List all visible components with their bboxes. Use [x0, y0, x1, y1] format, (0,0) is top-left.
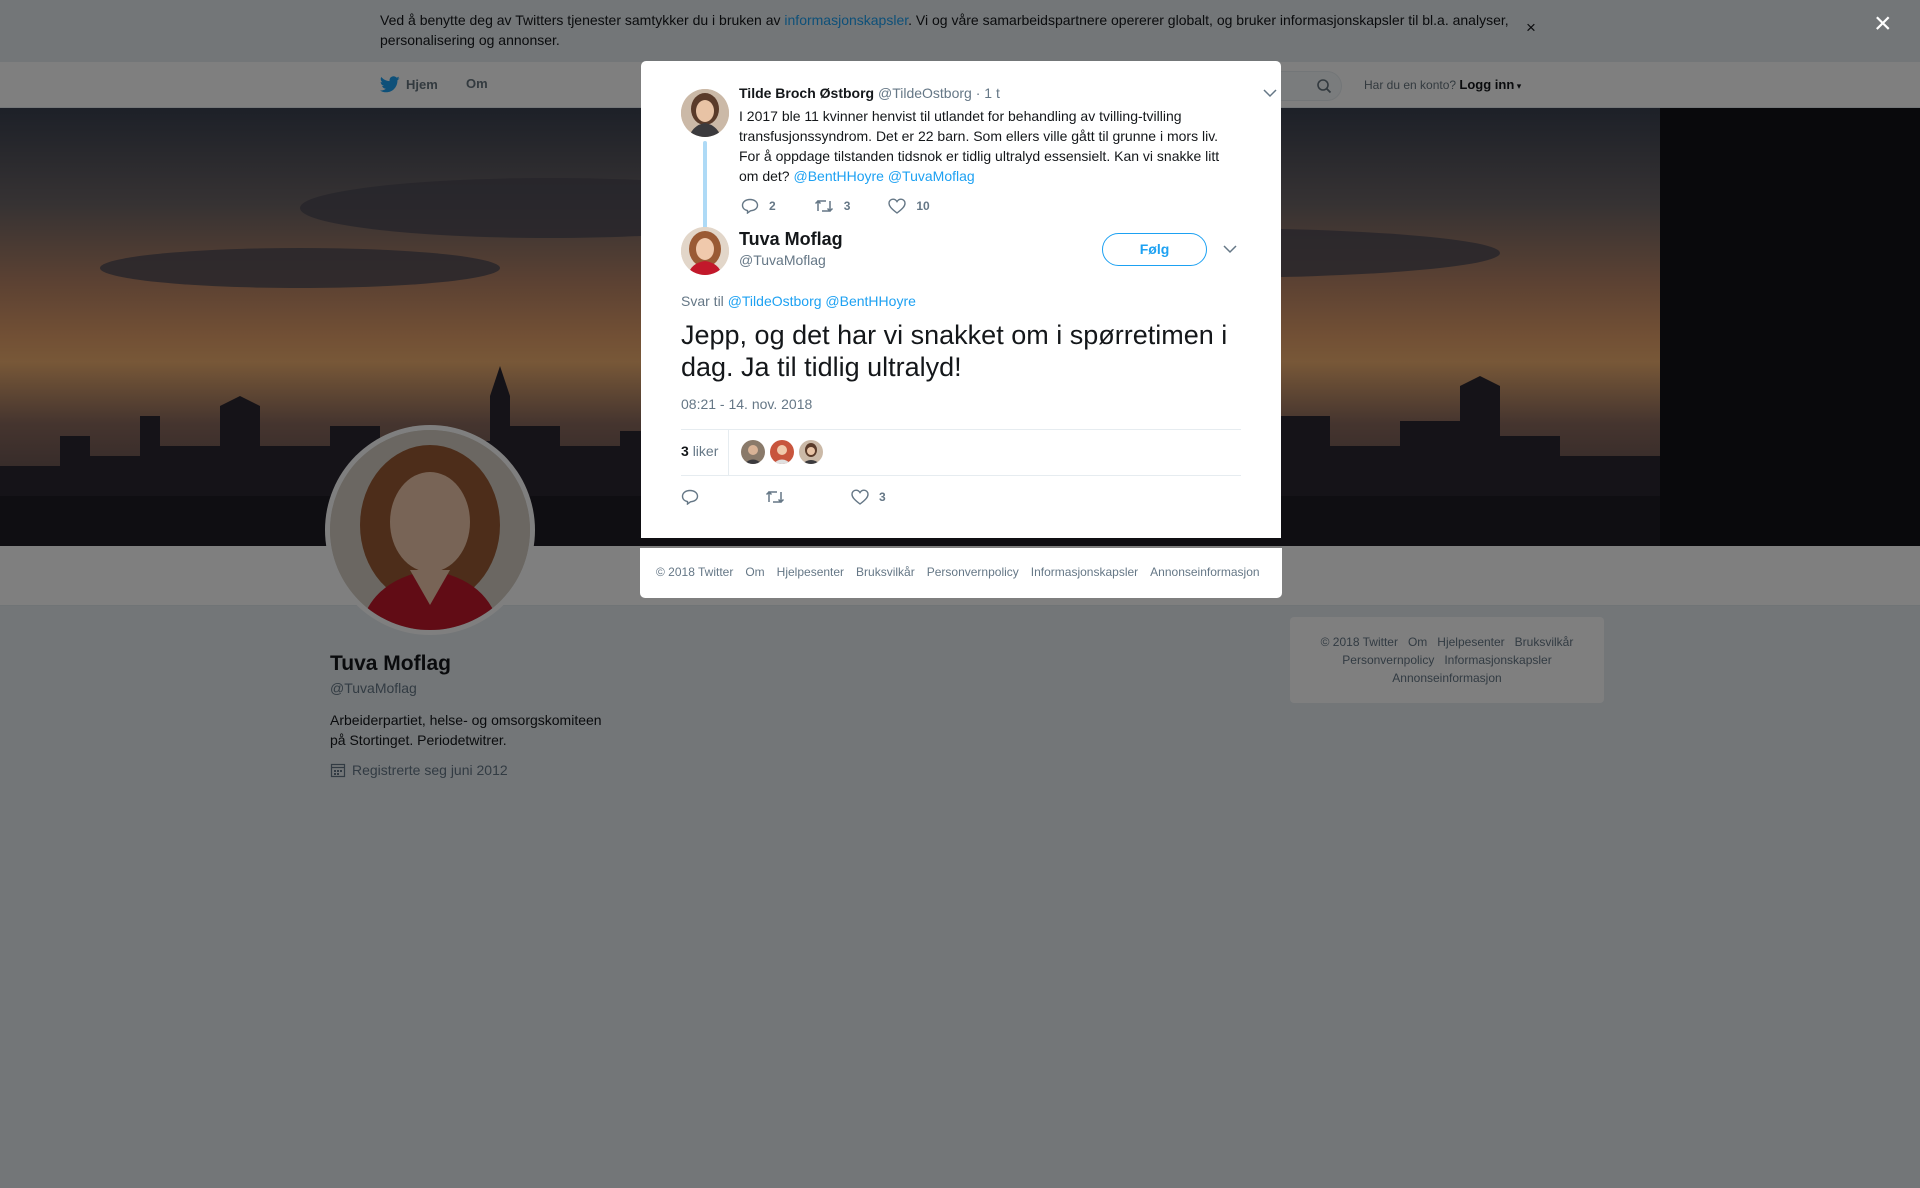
follow-button[interactable]: Følg: [1102, 233, 1207, 266]
footer-link[interactable]: Om: [745, 565, 764, 579]
likes-label: liker: [692, 443, 719, 459]
retweet-icon: [814, 199, 833, 213]
parent-author-name[interactable]: Tilde Broch Østborg: [739, 85, 874, 101]
mention-link[interactable]: @BentHHoyre: [793, 168, 883, 184]
overlay-close-button[interactable]: ×: [1874, 8, 1892, 40]
chevron-down-icon[interactable]: [1263, 85, 1277, 103]
main-author-name[interactable]: Tuva Moflag: [739, 229, 843, 250]
liker-avatar[interactable]: [770, 440, 794, 464]
parent-tweet-time[interactable]: · 1 t: [976, 85, 1000, 101]
parent-tweet-text: I 2017 ble 11 kvinner henvist til utland…: [739, 106, 1239, 186]
parent-tweet-actions: 2 3 10: [741, 198, 968, 214]
tweet-modal: Tilde Broch Østborg @TildeOstborg · 1 t …: [641, 61, 1281, 538]
parent-tweet-header: Tilde Broch Østborg @TildeOstborg · 1 t: [739, 85, 1000, 101]
likes-count-link[interactable]: 3 liker: [681, 443, 718, 459]
reply-icon: [681, 489, 699, 505]
mention-link[interactable]: @BentHHoyre: [825, 293, 915, 309]
parent-tweet-avatar[interactable]: [681, 89, 729, 137]
like-button[interactable]: 10: [888, 198, 930, 214]
reply-count: 2: [769, 199, 776, 213]
thread-line: [703, 141, 707, 233]
mention-link[interactable]: @TuvaMoflag: [888, 168, 975, 184]
chevron-down-icon[interactable]: [1223, 241, 1237, 259]
retweet-count: 3: [843, 199, 851, 213]
divider: [728, 430, 729, 475]
main-tweet-actions: 3: [681, 489, 942, 505]
footer-link[interactable]: Annonseinformasjon: [1150, 565, 1259, 579]
divider: [681, 475, 1241, 476]
liker-avatar[interactable]: [799, 440, 823, 464]
reply-button[interactable]: 2: [741, 198, 776, 214]
main-author-handle[interactable]: @TuvaMoflag: [739, 252, 826, 268]
reply-to-line: Svar til @TildeOstborg @BentHHoyre: [681, 293, 916, 309]
reply-prefix: Svar til: [681, 293, 724, 309]
footer-link[interactable]: Personvernpolicy: [927, 565, 1019, 579]
modal-footer: © 2018 Twitter Om Hjelpesenter Bruksvilkår P…: [640, 548, 1282, 598]
retweet-button[interactable]: [765, 489, 795, 505]
likes-stats: 3 liker: [681, 430, 1241, 475]
like-count: 10: [916, 199, 930, 213]
footer-link[interactable]: Hjelpesenter: [777, 565, 844, 579]
parent-author-handle[interactable]: @TildeOstborg: [878, 85, 972, 101]
retweet-icon: [765, 490, 785, 504]
reply-icon: [741, 198, 759, 214]
footer-link[interactable]: © 2018 Twitter: [656, 565, 733, 579]
heart-icon: [888, 198, 907, 214]
footer-link[interactable]: Informasjonskapsler: [1031, 565, 1138, 579]
like-count: 3: [879, 490, 886, 504]
main-tweet-timestamp[interactable]: 08:21 - 14. nov. 2018: [681, 396, 812, 412]
footer-link[interactable]: Bruksvilkår: [856, 565, 915, 579]
reply-button[interactable]: [681, 489, 709, 505]
likes-number: 3: [681, 443, 689, 459]
retweet-button[interactable]: 3: [814, 198, 851, 214]
heart-icon: [851, 489, 869, 505]
main-tweet-avatar[interactable]: [681, 227, 729, 275]
mention-link[interactable]: @TildeOstborg: [728, 293, 822, 309]
liker-avatar[interactable]: [741, 440, 765, 464]
main-tweet-text: Jepp, og det har vi snakket om i spørret…: [681, 320, 1228, 382]
like-button[interactable]: 3: [851, 489, 886, 505]
